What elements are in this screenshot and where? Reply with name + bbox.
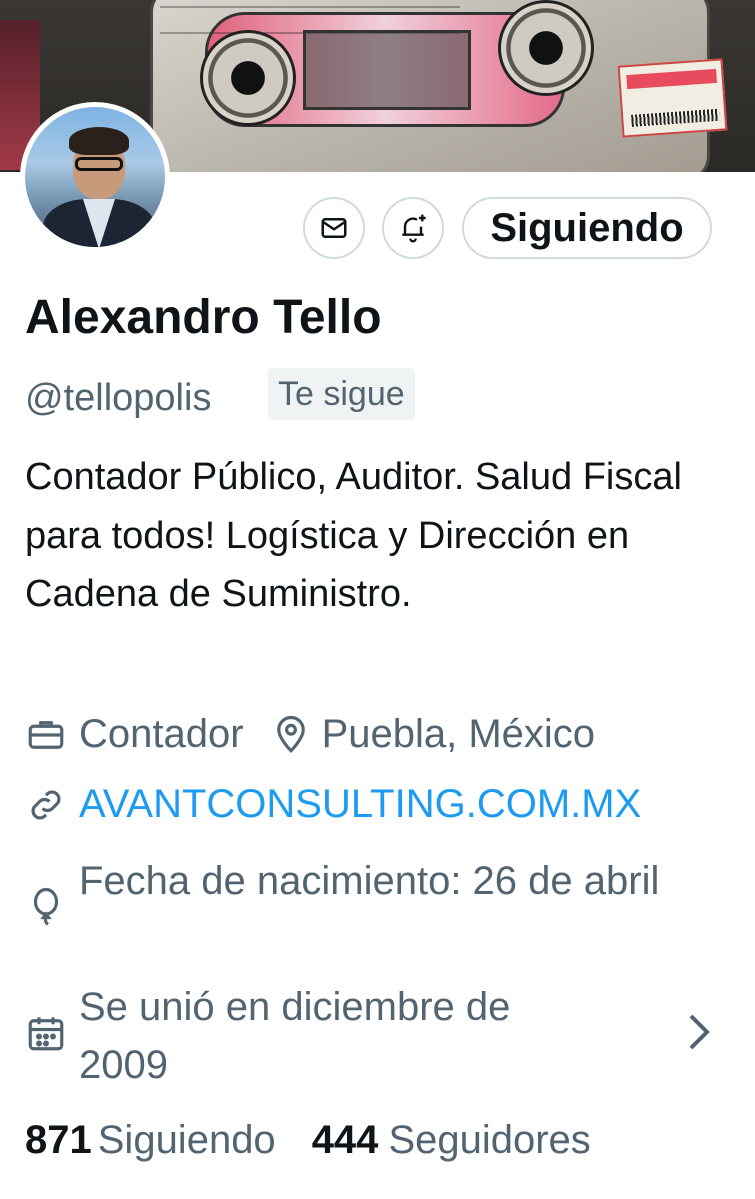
banner-sticker-stripe [626, 68, 718, 90]
banner-right-reel [498, 0, 594, 96]
banner-sticker-barcode [631, 108, 720, 127]
profile-joined-row: Se unió en diciembre de 2009 [25, 978, 585, 1094]
profile-meta-row: Contador Puebla, México [25, 712, 715, 757]
joined-text: Se unió en diciembre de 2009 [79, 985, 511, 1087]
profile-birthday-row: Fecha de nacimiento: 26 de abril [25, 852, 665, 928]
banner-tape-glass [303, 30, 471, 110]
location-text: Puebla, México [321, 712, 596, 756]
profile-avatar[interactable] [20, 102, 170, 252]
message-button[interactable] [303, 197, 365, 259]
profile-bio: Contador Público, Auditor. Salud Fiscal … [25, 456, 682, 615]
followers-stat[interactable]: 444 Seguidores [312, 1118, 591, 1163]
following-stat[interactable]: 871 Siguiendo [25, 1118, 276, 1163]
link-icon [31, 789, 61, 820]
profile-website-row[interactable]: AVANTCONSULTING.COM.MX [25, 782, 641, 827]
followers-count: 444 [311, 1118, 379, 1162]
envelope-icon [321, 218, 347, 238]
briefcase-icon [28, 720, 64, 749]
followers-label: Seguidores [388, 1118, 591, 1162]
banner-left-reel [200, 30, 296, 126]
following-button[interactable]: Siguiendo [462, 197, 712, 259]
profile-name: Alexandro Tello [25, 291, 382, 344]
balloon-icon [33, 887, 59, 926]
profession-text: Contador [79, 712, 244, 756]
following-count: 871 [25, 1118, 92, 1162]
notifications-button[interactable] [382, 197, 444, 259]
follows-you-badge: Te sigue [268, 368, 415, 420]
calendar-icon [28, 1017, 64, 1051]
profile-handle: @tellopolis [25, 377, 212, 419]
following-label: Siguiendo [97, 1118, 276, 1162]
chevron-right-icon[interactable] [684, 1012, 714, 1052]
avatar-glasses [75, 157, 123, 171]
avatar-hair [69, 127, 129, 155]
profile-stats: 871 Siguiendo 444 Seguidores [25, 1118, 591, 1163]
birthday-text: Fecha de nacimiento: 26 de abril [79, 859, 660, 903]
website-link[interactable]: AVANTCONSULTING.COM.MX [79, 782, 641, 827]
bell-plus-icon [402, 214, 426, 243]
location-pin-icon [276, 715, 305, 753]
banner-sticker [617, 58, 728, 138]
